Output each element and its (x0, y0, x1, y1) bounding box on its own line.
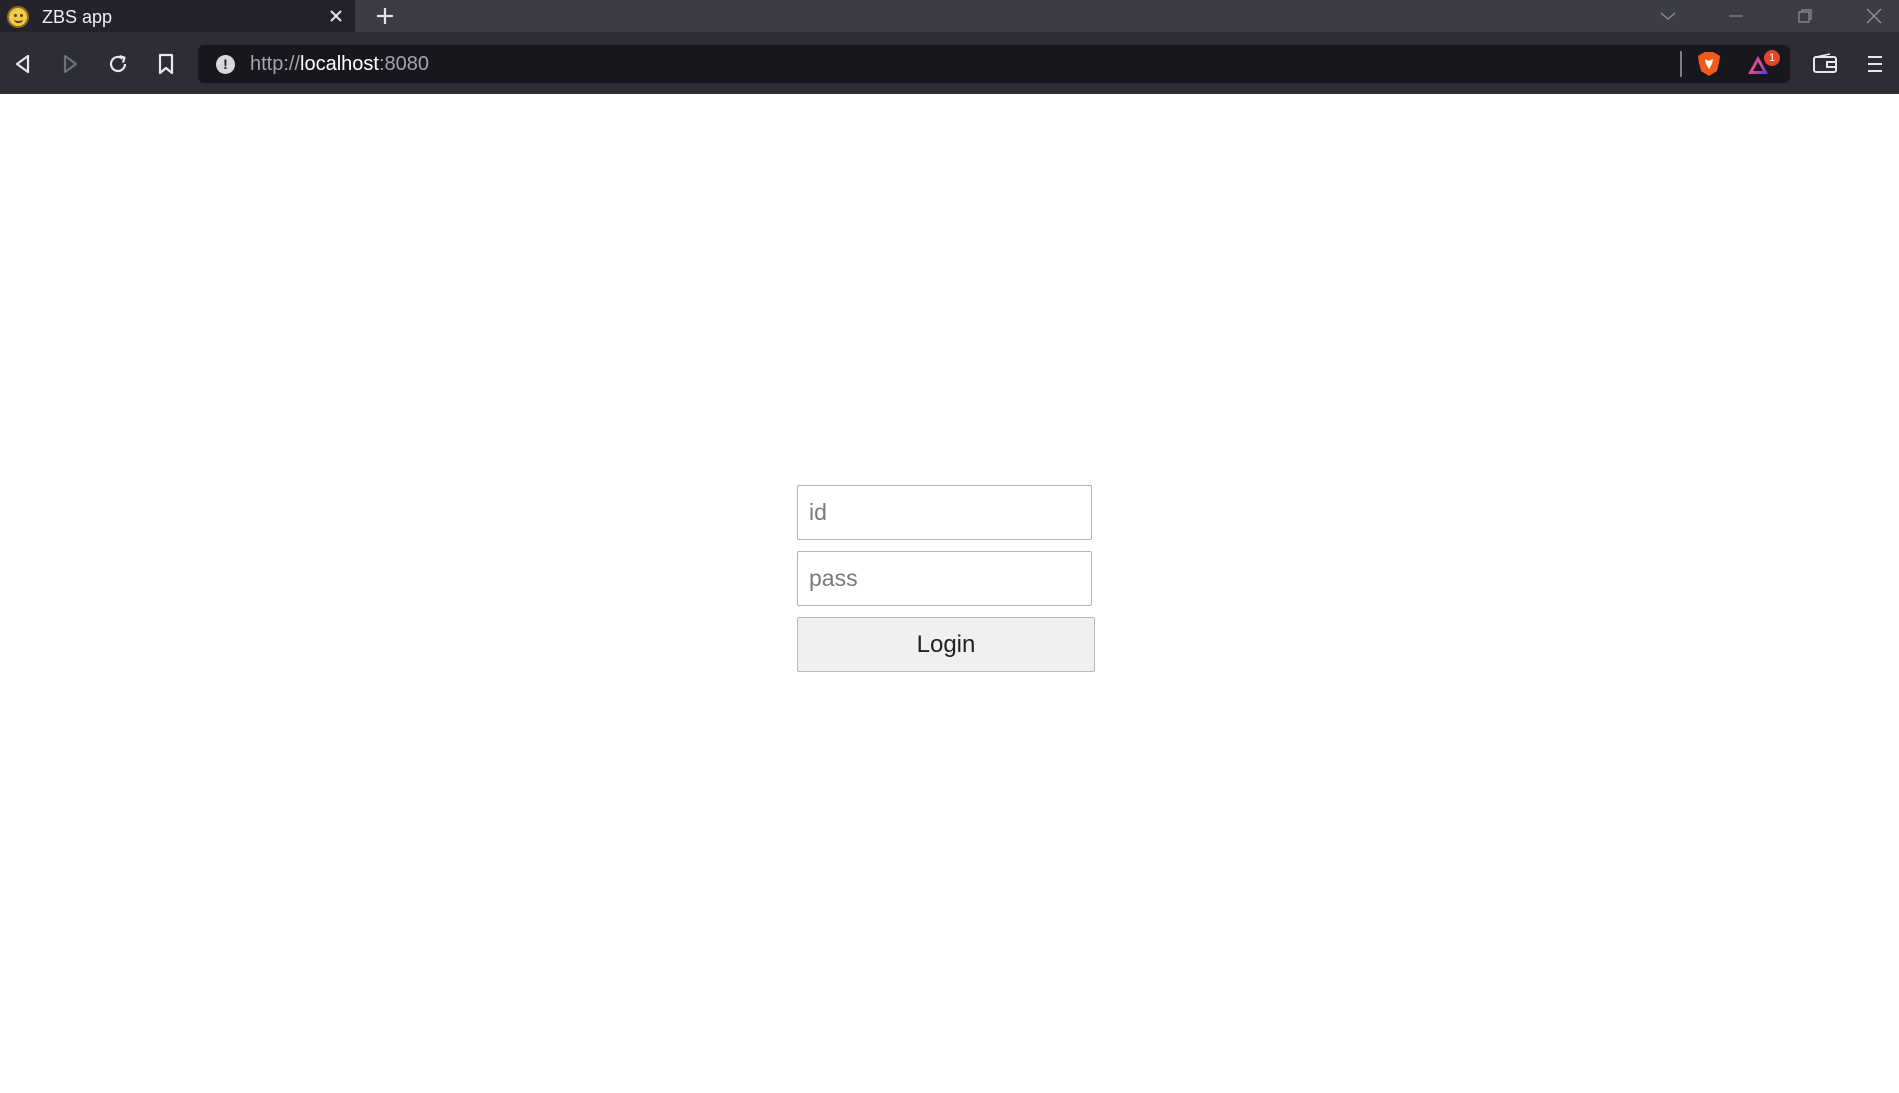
minimize-icon[interactable] (1711, 0, 1761, 32)
smiley-favicon-icon (7, 6, 29, 28)
site-info-icon[interactable]: ! (216, 55, 235, 74)
reload-icon[interactable] (103, 49, 133, 79)
url-host: localhost (300, 53, 379, 75)
window-close-icon[interactable] (1849, 0, 1899, 32)
brave-shields-lion-icon[interactable] (1695, 50, 1723, 78)
password-input[interactable] (797, 551, 1092, 606)
hamburger-menu-icon[interactable] (1860, 49, 1890, 79)
tab-search-chevron-down-icon[interactable] (1643, 0, 1693, 32)
tab-close-icon[interactable] (325, 5, 347, 27)
id-input[interactable] (797, 485, 1092, 540)
rewards-badge: 1 (1764, 50, 1780, 66)
forward-arrow-icon[interactable] (55, 49, 85, 79)
browser-toolbar: ! http://localhost:8080 1 (0, 32, 1899, 94)
new-tab-plus-icon[interactable] (372, 3, 398, 29)
wallet-icon[interactable] (1810, 49, 1840, 79)
url-port: :8080 (378, 53, 430, 75)
address-bar[interactable]: ! http://localhost:8080 1 (198, 45, 1790, 83)
tab-active[interactable]: ZBS app (0, 0, 355, 32)
url-scheme: http:// (250, 53, 301, 75)
login-button[interactable]: Login (797, 617, 1095, 672)
bookmark-icon[interactable] (151, 49, 181, 79)
back-arrow-icon[interactable] (8, 49, 38, 79)
brave-rewards-triangle-icon[interactable]: 1 (1746, 50, 1786, 80)
address-bar-divider (1680, 51, 1682, 77)
tab-title: ZBS app (42, 7, 113, 27)
page-content: Login (0, 94, 1899, 1093)
login-form: Login (797, 485, 1095, 672)
url-text[interactable]: http://localhost:8080 (250, 53, 429, 75)
restore-icon[interactable] (1780, 0, 1830, 32)
tab-strip: ZBS app (0, 0, 1899, 32)
